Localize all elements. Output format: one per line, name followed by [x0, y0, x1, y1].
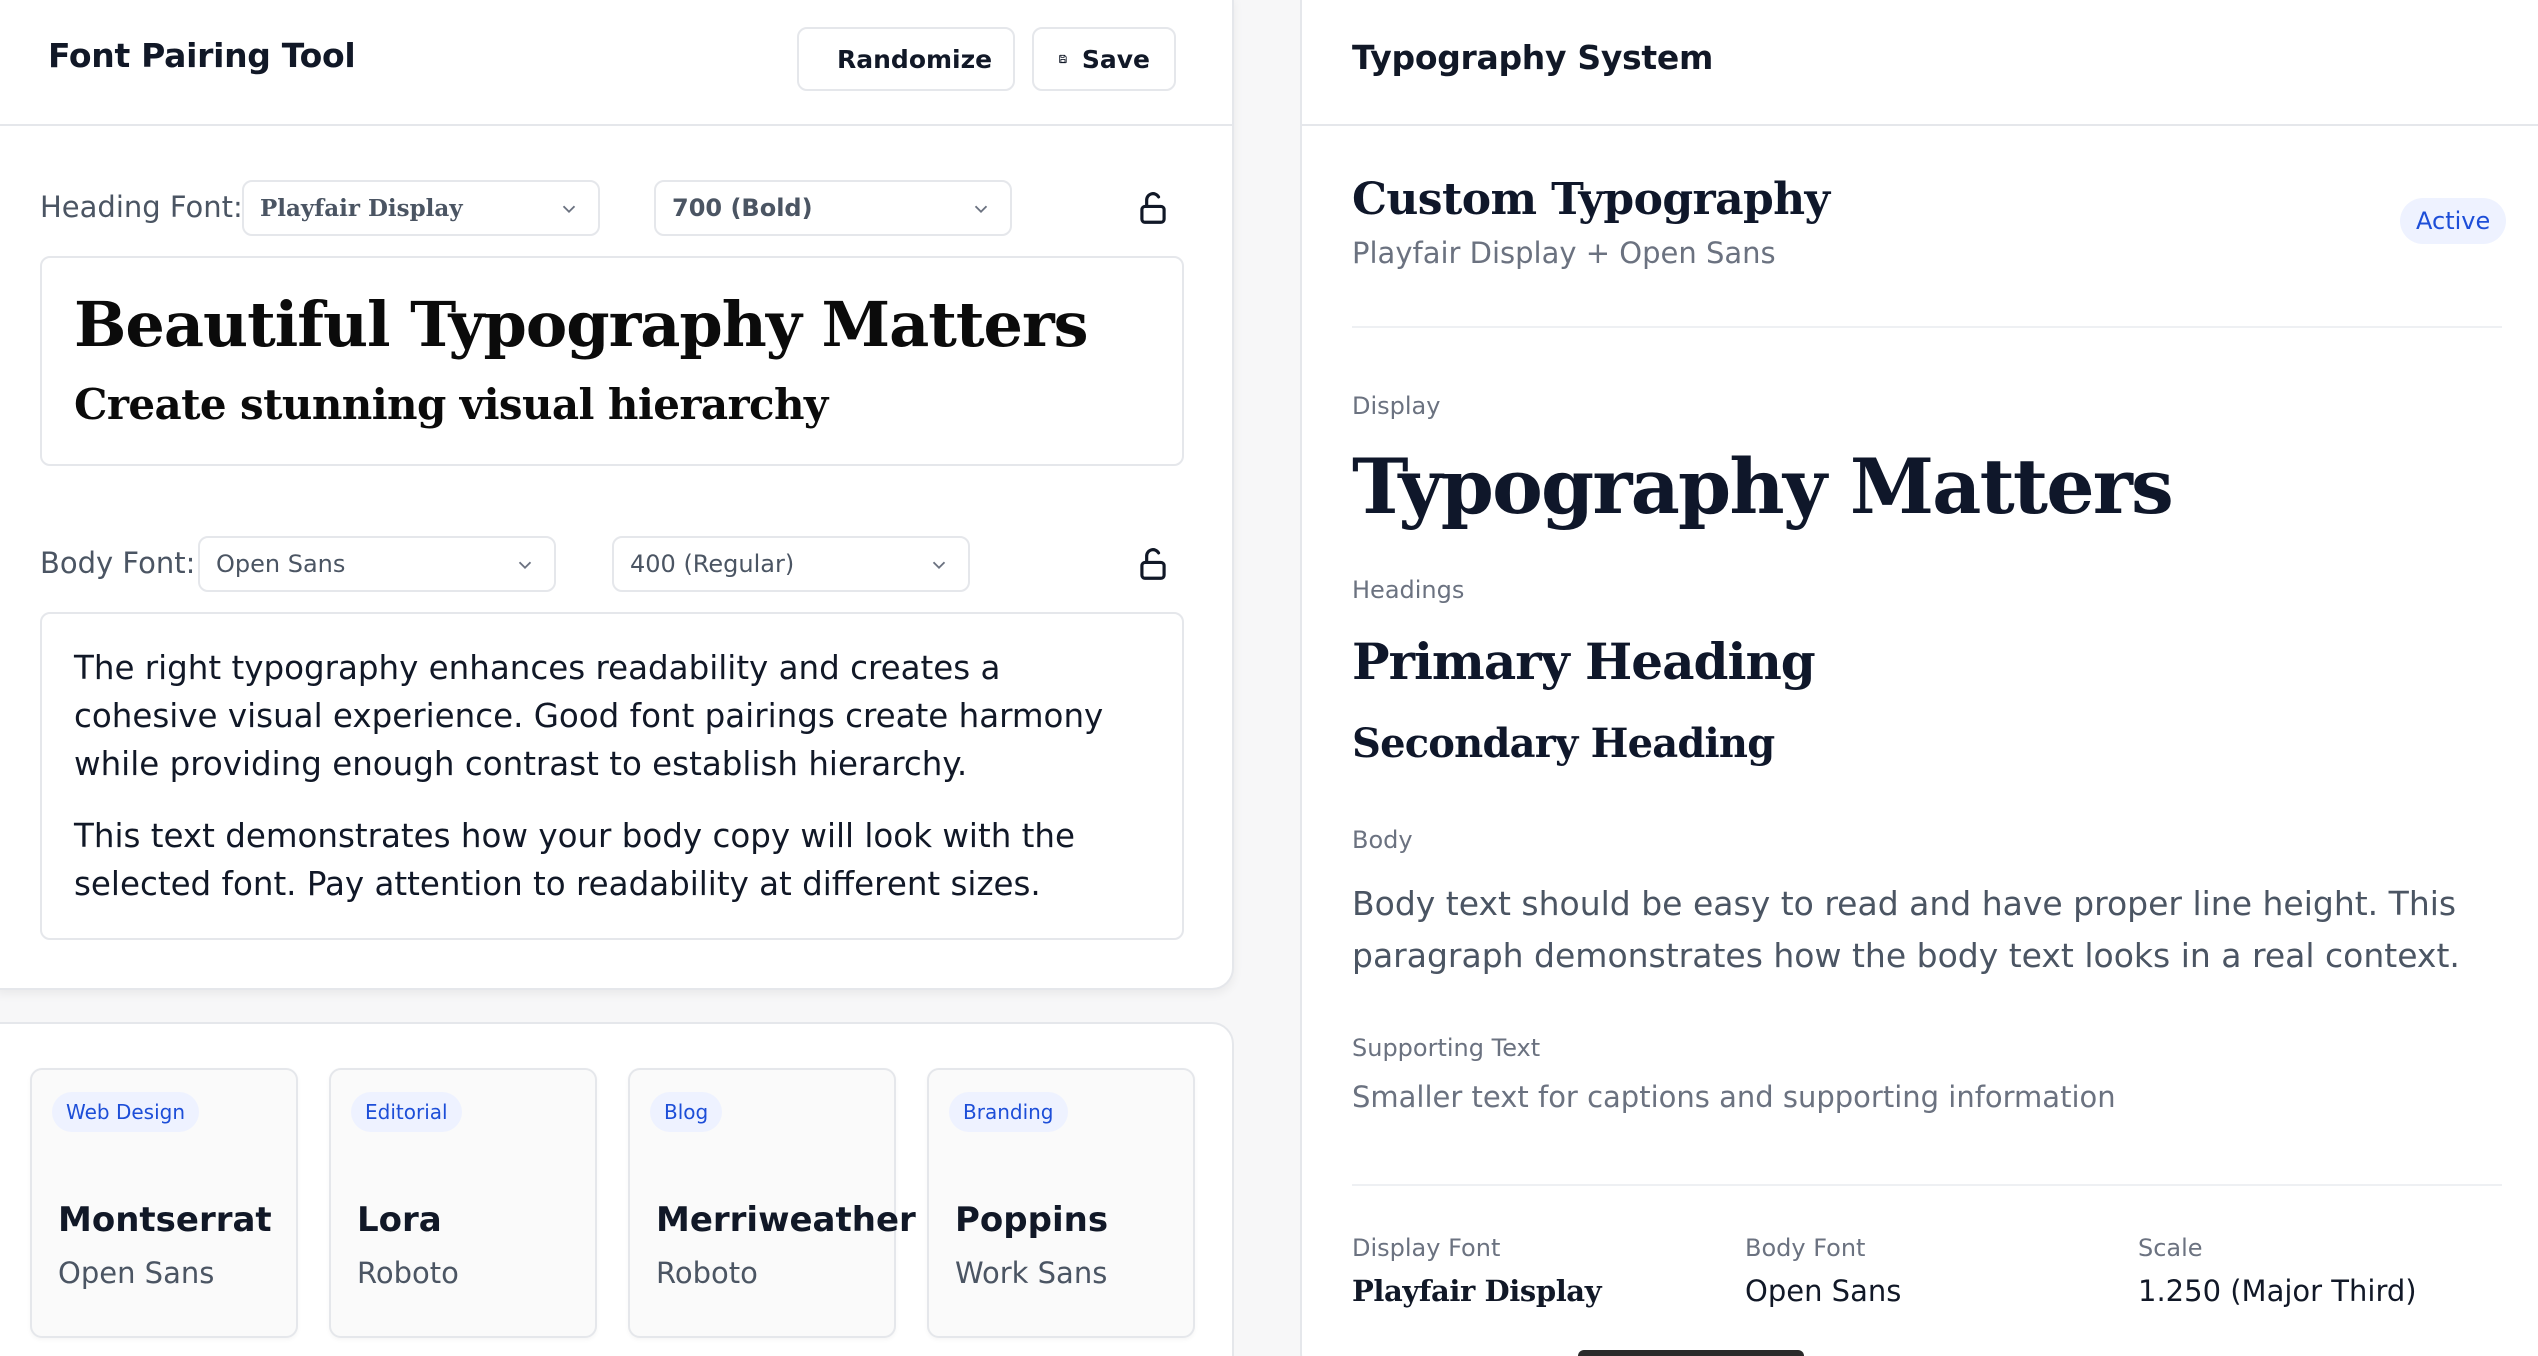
card-body-font: Work Sans	[955, 1256, 1108, 1290]
heading-preview: Beautiful Typography Matters Create stun…	[40, 256, 1184, 466]
body-font-label: Body Font	[1745, 1234, 1866, 1262]
card-body-font: Open Sans	[58, 1256, 215, 1290]
supporting-label: Supporting Text	[1352, 1034, 1541, 1062]
scale-label: Scale	[2138, 1234, 2203, 1262]
body-weight-select[interactable]: 400 (Regular)	[612, 536, 970, 592]
body-weight-value: 400 (Regular)	[630, 550, 795, 578]
heading-font-row: Heading Font: Playfair Display 700 (Bold…	[40, 180, 1190, 236]
display-font-value: Playfair Display	[1352, 1274, 1602, 1308]
card-tag: Branding	[949, 1092, 1068, 1132]
divider	[1352, 326, 2502, 328]
supporting-sample: Smaller text for captions and supporting…	[1352, 1080, 2116, 1114]
divider	[1352, 1184, 2502, 1186]
randomize-label: Randomize	[837, 44, 993, 74]
panel-title: Typography System	[1352, 38, 1714, 77]
font-pairing-panel: Font Pairing Tool Randomize Save Heading…	[0, 0, 1234, 990]
body-font-value: Open Sans	[1745, 1274, 1902, 1308]
chevron-down-icon	[932, 561, 946, 570]
unlock-icon[interactable]	[1134, 188, 1172, 228]
body-font-row: Body Font: Open Sans 400 (Regular)	[40, 536, 1190, 592]
card-tag: Web Design	[52, 1092, 200, 1132]
secondary-heading-sample: Secondary Heading	[1352, 720, 1775, 767]
body-label: Body	[1352, 826, 1413, 854]
chevron-down-icon	[518, 561, 532, 570]
status-badge: Active	[2400, 198, 2507, 244]
randomize-button[interactable]: Randomize	[797, 27, 1015, 91]
chevron-down-icon	[562, 205, 576, 214]
pairing-card[interactable]: Branding Poppins Work Sans	[927, 1068, 1195, 1338]
scale-value: 1.250 (Major Third)	[2138, 1274, 2417, 1308]
preview-heading: Beautiful Typography Matters	[74, 288, 1089, 361]
card-heading-font: Poppins	[955, 1200, 1109, 1240]
body-sample: Body text should be easy to read and hav…	[1352, 884, 2460, 975]
system-name: Custom Typography	[1352, 174, 1830, 225]
pairing-card[interactable]: Web Design Montserrat Open Sans	[30, 1068, 298, 1338]
body-font-value: Open Sans	[216, 550, 346, 578]
card-heading-font: Merriweather	[656, 1200, 916, 1240]
unlock-icon[interactable]	[1134, 544, 1172, 584]
body-preview-paragraph: The right typography enhances readabilit…	[74, 649, 1104, 783]
display-sample: Typography Matters	[1352, 442, 2174, 531]
card-heading-font: Lora	[357, 1200, 442, 1240]
card-body-font: Roboto	[357, 1256, 459, 1290]
display-font-label: Display Font	[1352, 1234, 1501, 1262]
save-icon	[1059, 54, 1067, 64]
pairing-card[interactable]: Editorial Lora Roboto	[329, 1068, 597, 1338]
chevron-down-icon	[974, 205, 988, 214]
card-tag: Blog	[650, 1092, 723, 1132]
pairings-panel: Web Design Montserrat Open Sans Editoria…	[0, 1022, 1234, 1356]
body-font-select[interactable]: Open Sans	[198, 536, 556, 592]
display-label: Display	[1352, 392, 1441, 420]
heading-weight-value: 700 (Bold)	[672, 194, 813, 222]
headings-label: Headings	[1352, 576, 1465, 604]
pairing-card[interactable]: Blog Merriweather Roboto	[628, 1068, 916, 1338]
scroll-handle[interactable]	[1578, 1350, 1804, 1356]
save-button[interactable]: Save	[1032, 27, 1176, 91]
preview-subheading: Create stunning visual hierarchy	[74, 380, 828, 429]
heading-font-value: Playfair Display	[260, 194, 463, 222]
card-body-font: Roboto	[656, 1256, 758, 1290]
save-label: Save	[1081, 44, 1150, 74]
panel-header: Font Pairing Tool Randomize Save	[0, 0, 1232, 126]
app-title: Font Pairing Tool	[48, 36, 356, 75]
heading-font-select[interactable]: Playfair Display	[242, 180, 600, 236]
heading-weight-select[interactable]: 700 (Bold)	[654, 180, 1012, 236]
body-preview-paragraph: This text demonstrates how your body cop…	[74, 817, 1075, 903]
heading-font-label: Heading Font:	[40, 190, 243, 224]
system-font-pair: Playfair Display + Open Sans	[1352, 236, 1776, 270]
typography-system-panel: Typography System Custom Typography Play…	[1300, 0, 2538, 1356]
card-heading-font: Montserrat	[58, 1200, 272, 1240]
primary-heading-sample: Primary Heading	[1352, 632, 1816, 691]
card-tag: Editorial	[351, 1092, 462, 1132]
panel-header: Typography System	[1302, 0, 2538, 126]
body-font-label: Body Font:	[40, 546, 196, 580]
body-preview: The right typography enhances readabilit…	[40, 612, 1184, 940]
